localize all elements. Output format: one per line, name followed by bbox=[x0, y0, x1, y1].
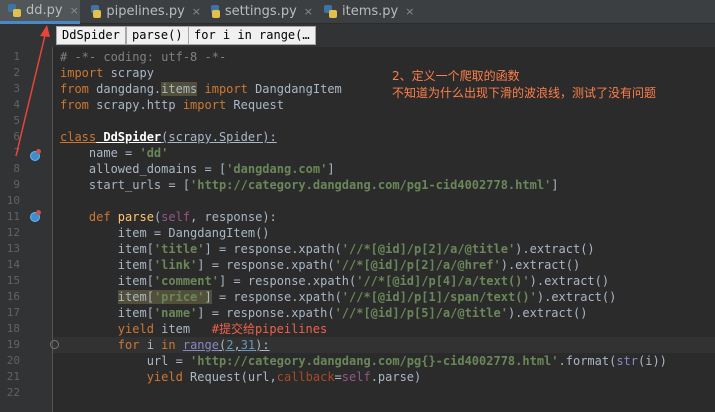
arrow-shaft bbox=[15, 26, 48, 157]
arrow-head bbox=[40, 25, 50, 37]
annotation-arrow bbox=[15, 25, 50, 157]
